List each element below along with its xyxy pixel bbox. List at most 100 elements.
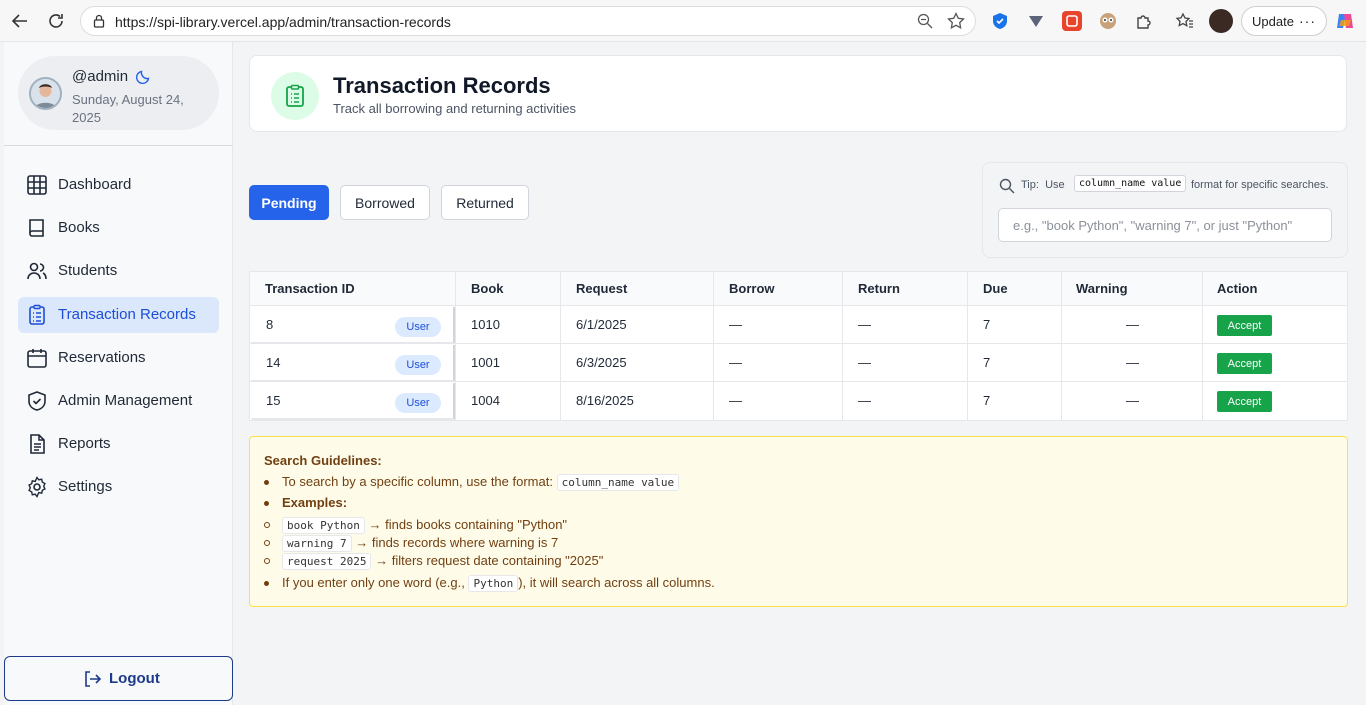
due-cell: 7 bbox=[983, 317, 991, 332]
shield-extension-icon[interactable] bbox=[990, 11, 1010, 31]
example-item: book Python → finds books containing "Py… bbox=[282, 517, 568, 534]
tip-use: Use bbox=[1045, 179, 1065, 191]
sidebar-divider bbox=[4, 145, 233, 146]
example-text: → filters request date containing "2025" bbox=[375, 553, 604, 568]
sidebar-item-books[interactable]: Books bbox=[18, 210, 219, 246]
guideline-text: ), it will search across all columns. bbox=[518, 575, 715, 590]
puzzle-extensions-icon[interactable] bbox=[1134, 11, 1154, 31]
column-header[interactable]: Transaction ID bbox=[265, 281, 355, 296]
example-code: request 2025 bbox=[282, 553, 372, 570]
sidebar-item-label: Settings bbox=[58, 478, 113, 495]
copilot-icon[interactable] bbox=[1334, 10, 1356, 32]
borrow-cell: — bbox=[729, 317, 742, 332]
example-code: book Python bbox=[282, 517, 365, 534]
example-text: → finds records where warning is 7 bbox=[355, 535, 559, 550]
book-cell: 1001 bbox=[471, 355, 500, 370]
sidebar-item-settings[interactable]: Settings bbox=[18, 469, 219, 505]
sub-bullet bbox=[264, 558, 270, 564]
sidebar-item-label: Reports bbox=[58, 435, 111, 452]
transaction-id: 14 bbox=[266, 355, 281, 370]
sidebar-item-admin-management[interactable]: Admin Management bbox=[18, 383, 219, 419]
request-cell: 6/3/2025 bbox=[576, 355, 627, 370]
column-header[interactable]: Book bbox=[471, 281, 504, 296]
update-button[interactable]: Update ··· bbox=[1241, 6, 1327, 36]
column-header[interactable]: Borrow bbox=[729, 281, 775, 296]
triangle-extension-icon[interactable] bbox=[1026, 11, 1046, 31]
accept-button[interactable]: Accept bbox=[1217, 353, 1272, 374]
search-input[interactable] bbox=[998, 208, 1332, 242]
example-text: → finds books containing "Python" bbox=[368, 517, 568, 532]
column-header[interactable]: Due bbox=[983, 281, 1008, 296]
record-extension-icon[interactable] bbox=[1062, 11, 1082, 31]
table-row[interactable]: 8 User 1010 6/1/2025 — — 7 — Accept bbox=[250, 306, 1347, 344]
book-cell: 1004 bbox=[471, 393, 500, 408]
search-guidelines: Search Guidelines: To search by a specif… bbox=[249, 436, 1348, 607]
sidebar-item-transaction-records[interactable]: Transaction Records bbox=[18, 297, 219, 333]
search-panel: Tip: Use column_name value format for sp… bbox=[982, 162, 1348, 258]
profile-card: @admin Sunday, August 24, 2025 bbox=[18, 56, 219, 130]
tab-returned[interactable]: Returned bbox=[441, 185, 529, 220]
transaction-id-cell: 15 User bbox=[251, 383, 455, 419]
profile-date: Sunday, August 24, 2025 bbox=[72, 92, 184, 125]
tip-code: column_name value bbox=[1074, 175, 1187, 192]
sidebar-item-reports[interactable]: Reports bbox=[18, 426, 219, 462]
return-cell: — bbox=[858, 355, 871, 370]
back-arrow-icon[interactable] bbox=[9, 10, 31, 32]
accept-button[interactable]: Accept bbox=[1217, 391, 1272, 412]
bullet bbox=[264, 581, 269, 586]
guideline-code: Python bbox=[468, 575, 519, 592]
user-badge: User bbox=[395, 355, 441, 375]
sidebar-item-label: Books bbox=[58, 219, 100, 236]
tab-borrowed[interactable]: Borrowed bbox=[340, 185, 430, 220]
guideline-item: To search by a specific column, use the … bbox=[282, 474, 680, 491]
url-text: https://spi-library.vercel.app/admin/tra… bbox=[115, 14, 451, 30]
bullet bbox=[264, 480, 269, 485]
transaction-id-cell: 14 User bbox=[251, 345, 455, 381]
bullet bbox=[264, 501, 269, 506]
table-row[interactable]: 15 User 1004 8/16/2025 — — 7 — Accept bbox=[250, 382, 1347, 420]
sidebar-item-dashboard[interactable]: Dashboard bbox=[18, 167, 219, 203]
sidebar-item-students[interactable]: Students bbox=[18, 253, 219, 289]
table-header-row: Transaction ID Book Request Borrow Retur… bbox=[250, 272, 1347, 306]
guideline-text: If you enter only one word (e.g., bbox=[282, 575, 465, 590]
more-options-icon[interactable]: ··· bbox=[1299, 13, 1316, 29]
sub-bullet bbox=[264, 540, 270, 546]
tip-suffix: format for specific searches. bbox=[1191, 179, 1329, 191]
lock-icon bbox=[92, 14, 106, 33]
page-title: Transaction Records bbox=[333, 73, 551, 98]
return-cell: — bbox=[858, 393, 871, 408]
tab-pending[interactable]: Pending bbox=[249, 185, 329, 220]
warning-cell: — bbox=[1126, 393, 1139, 408]
column-header[interactable]: Request bbox=[576, 281, 627, 296]
profile-avatar-icon[interactable] bbox=[1209, 9, 1233, 33]
owl-extension-icon[interactable] bbox=[1098, 11, 1118, 31]
book-icon bbox=[26, 217, 48, 239]
favorite-star-icon[interactable] bbox=[947, 11, 965, 35]
logout-label: Logout bbox=[109, 670, 160, 687]
favorites-icon[interactable] bbox=[1175, 11, 1195, 31]
column-header[interactable]: Action bbox=[1217, 281, 1257, 296]
column-header[interactable]: Return bbox=[858, 281, 900, 296]
column-header[interactable]: Warning bbox=[1076, 281, 1128, 296]
profile-name: @admin bbox=[72, 68, 129, 85]
borrow-cell: — bbox=[729, 393, 742, 408]
example-item: request 2025 → filters request date cont… bbox=[282, 553, 604, 570]
address-bar[interactable]: https://spi-library.vercel.app/admin/tra… bbox=[80, 6, 976, 36]
sidebar-item-label: Dashboard bbox=[58, 176, 132, 193]
sidebar-item-reservations[interactable]: Reservations bbox=[18, 340, 219, 376]
request-cell: 6/1/2025 bbox=[576, 317, 627, 332]
browser-toolbar: https://spi-library.vercel.app/admin/tra… bbox=[0, 0, 1366, 42]
request-cell: 8/16/2025 bbox=[576, 393, 634, 408]
logout-icon bbox=[82, 669, 102, 694]
logout-button[interactable]: Logout bbox=[4, 656, 233, 701]
user-badge: User bbox=[395, 393, 441, 413]
moon-icon[interactable] bbox=[135, 68, 152, 89]
tip-label: Tip: bbox=[1021, 179, 1039, 191]
table-row[interactable]: 14 User 1001 6/3/2025 — — 7 — Accept bbox=[250, 344, 1347, 382]
sidebar-item-label: Students bbox=[58, 262, 118, 279]
accept-button[interactable]: Accept bbox=[1217, 315, 1272, 336]
clipboard-icon bbox=[286, 84, 304, 107]
reload-icon[interactable] bbox=[45, 10, 67, 32]
zoom-out-icon[interactable] bbox=[917, 13, 933, 34]
gear-icon bbox=[26, 476, 48, 498]
